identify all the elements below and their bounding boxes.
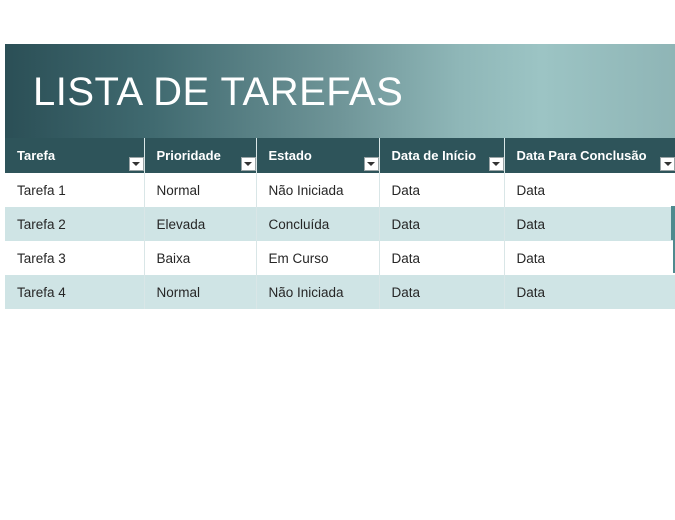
- table-cell[interactable]: Em Curso: [256, 241, 380, 275]
- column-header-label: Data de Início: [391, 148, 477, 163]
- column-header-data-inicio: Data de Início: [379, 138, 505, 173]
- table-cell[interactable]: Tarefa 1: [5, 173, 145, 207]
- column-header-estado: Estado: [256, 138, 380, 173]
- table-cell[interactable]: Tarefa 3: [5, 241, 145, 275]
- table-cell[interactable]: Data: [379, 207, 505, 241]
- column-header-tarefa: Tarefa: [5, 138, 145, 173]
- column-header-label: Prioridade: [156, 148, 221, 163]
- page-title: LISTA DE TAREFAS: [33, 70, 404, 114]
- table-cell[interactable]: Não Iniciada: [256, 275, 380, 309]
- filter-dropdown-icon[interactable]: [363, 157, 379, 171]
- table-cell[interactable]: Data: [379, 275, 505, 309]
- filter-dropdown-icon[interactable]: [128, 157, 144, 171]
- filter-dropdown-icon[interactable]: [488, 157, 504, 171]
- column-header-label: Data Para Conclusão: [516, 148, 647, 163]
- table-cell[interactable]: Normal: [144, 275, 257, 309]
- table-cell[interactable]: Data: [504, 173, 675, 207]
- table-edge-marker: [671, 206, 675, 240]
- table-row: Tarefa 1 Normal Não Iniciada Data Data: [5, 173, 675, 207]
- table-header-row: Tarefa Prioridade Estado Data de Início …: [5, 138, 675, 173]
- table-row: Tarefa 4 Normal Não Iniciada Data Data: [5, 275, 675, 309]
- column-header-label: Tarefa: [17, 148, 56, 163]
- table-cell[interactable]: Data: [504, 241, 675, 275]
- filter-dropdown-icon[interactable]: [660, 157, 675, 171]
- filter-dropdown-icon[interactable]: [240, 157, 256, 171]
- table-cell[interactable]: Normal: [144, 173, 257, 207]
- table-cell[interactable]: Tarefa 2: [5, 207, 145, 241]
- table-row: Tarefa 2 Elevada Concluída Data Data: [5, 207, 675, 241]
- table-cell[interactable]: Elevada: [144, 207, 257, 241]
- table-cell[interactable]: Data: [504, 275, 675, 309]
- table-cell[interactable]: Data: [504, 207, 675, 241]
- table-row: Tarefa 3 Baixa Em Curso Data Data: [5, 241, 675, 275]
- column-header-prioridade: Prioridade: [144, 138, 257, 173]
- table-cell[interactable]: Data: [379, 173, 505, 207]
- column-header-label: Estado: [268, 148, 312, 163]
- table-cell[interactable]: Baixa: [144, 241, 257, 275]
- table-cell[interactable]: Tarefa 4: [5, 275, 145, 309]
- table-cell[interactable]: Concluída: [256, 207, 380, 241]
- table-cell[interactable]: Data: [379, 241, 505, 275]
- title-banner: LISTA DE TAREFAS: [5, 44, 675, 138]
- table-cell[interactable]: Não Iniciada: [256, 173, 380, 207]
- column-header-data-conclusao: Data Para Conclusão: [504, 138, 675, 173]
- task-table: Tarefa Prioridade Estado Data de Início …: [5, 138, 675, 309]
